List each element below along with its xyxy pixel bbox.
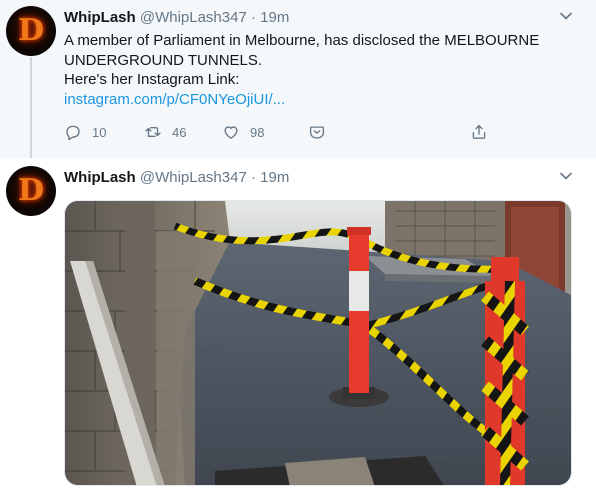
separator-dot: · bbox=[250, 169, 256, 186]
author-handle[interactable]: @WhipLash347 bbox=[140, 169, 247, 186]
photo-illustration bbox=[65, 201, 571, 485]
tweet-actions: 10 46 98 bbox=[64, 121, 524, 143]
thread-connector-line bbox=[30, 57, 32, 165]
retweet-count: 46 bbox=[172, 124, 187, 140]
reply-icon bbox=[66, 125, 80, 141]
timestamp[interactable]: 19m bbox=[260, 169, 289, 186]
bollard bbox=[481, 257, 529, 485]
share-icon bbox=[472, 124, 486, 139]
author-name[interactable]: WhipLash bbox=[64, 9, 136, 26]
author-handle[interactable]: @WhipLash347 bbox=[140, 9, 247, 26]
direct-message-icon bbox=[309, 126, 325, 139]
instagram-link[interactable]: instagram.com/p/CF0NYeOjiUI/... bbox=[64, 90, 564, 110]
tweet-text-line: Here's her Instagram Link: bbox=[64, 71, 240, 88]
retweet-button[interactable]: 46 bbox=[144, 121, 186, 143]
direct-message-button[interactable] bbox=[308, 121, 336, 143]
reply-count: 10 bbox=[92, 124, 107, 140]
avatar-logo-letter: D bbox=[17, 13, 44, 48]
tweet-text-line: A member of Parliament in Melbourne, has… bbox=[64, 32, 540, 49]
tweet-photo[interactable] bbox=[64, 200, 572, 486]
tweet-text-line: UNDERGROUND TUNNELS. bbox=[64, 51, 263, 69]
reply-button[interactable]: 10 bbox=[64, 121, 106, 143]
avatar[interactable]: D bbox=[6, 6, 56, 56]
heart-icon bbox=[224, 126, 238, 139]
tweet-text: A member of Parliament in Melbourne, has… bbox=[64, 31, 564, 109]
like-count: 98 bbox=[250, 124, 265, 140]
author-name[interactable]: WhipLash bbox=[64, 169, 136, 186]
retweet-icon bbox=[145, 126, 161, 138]
tweet-header: WhipLash @WhipLash347 · 19m bbox=[64, 9, 289, 26]
timestamp[interactable]: 19m bbox=[260, 9, 289, 26]
separator-dot: · bbox=[250, 9, 256, 26]
chevron-down-icon[interactable] bbox=[558, 168, 574, 184]
tweet-1[interactable]: D WhipLash @WhipLash347 · 19m A member o… bbox=[0, 0, 596, 158]
avatar-logo-letter: D bbox=[17, 173, 44, 208]
tweet-header: WhipLash @WhipLash347 · 19m bbox=[64, 169, 289, 186]
share-button[interactable] bbox=[470, 121, 498, 143]
avatar[interactable]: D bbox=[6, 166, 56, 216]
chevron-down-icon[interactable] bbox=[558, 8, 574, 24]
like-button[interactable]: 98 bbox=[222, 121, 264, 143]
